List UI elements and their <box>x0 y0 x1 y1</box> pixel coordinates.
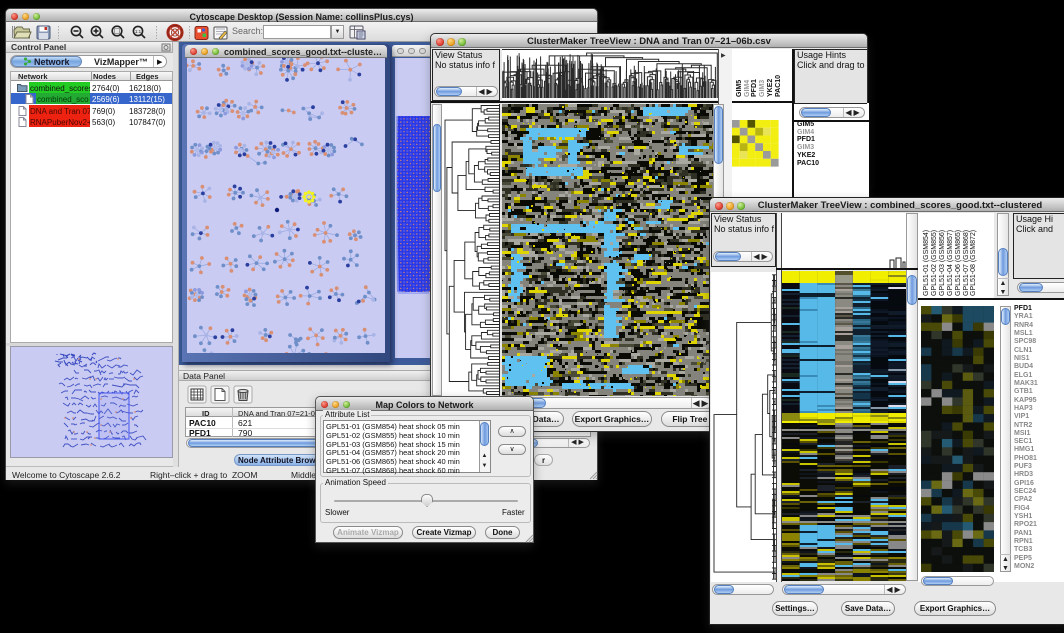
svg-text:1:1: 1:1 <box>135 29 142 34</box>
